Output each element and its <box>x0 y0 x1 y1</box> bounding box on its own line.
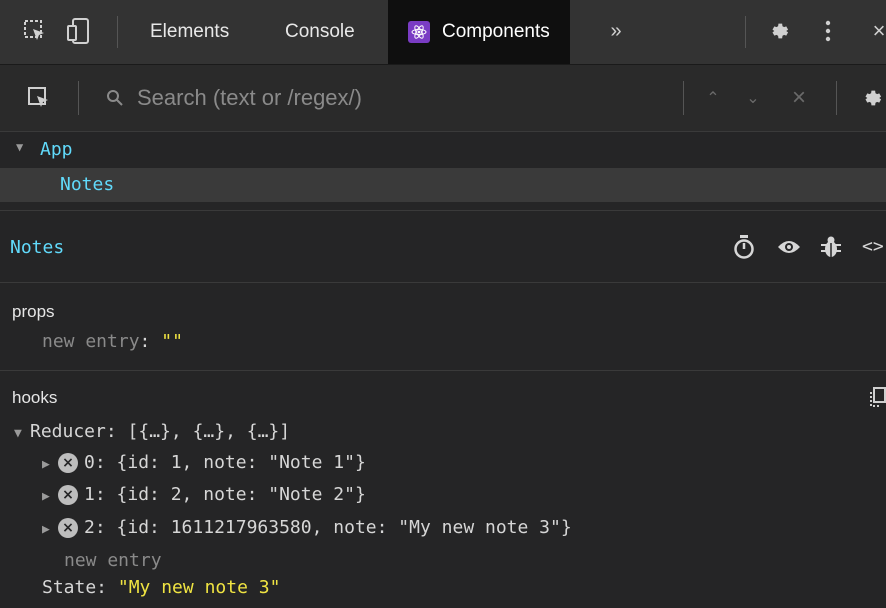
delete-entry-icon[interactable]: × <box>58 518 78 538</box>
inspect-element-icon[interactable] <box>22 18 48 44</box>
list-item[interactable]: ▶ × 1: {id: 2, note: "Note 2"} <box>42 484 366 505</box>
stopwatch-icon[interactable] <box>733 234 755 265</box>
list-item[interactable]: ▶ × 2: {id: 1611217963580, note: "My new n… <box>42 517 572 538</box>
code-icon[interactable]: <> <box>862 236 884 257</box>
devtools-tabbar: Elements Console Components » × <box>0 0 886 65</box>
hook-item-value: {id: 1611217963580, note: "My new note 3… <box>116 517 572 538</box>
expand-arrow-icon[interactable]: ▼ <box>16 140 23 154</box>
searchbar-divider <box>836 81 837 115</box>
collapse-arrow-icon[interactable]: ▶ <box>42 522 58 537</box>
vertical-dots-icon[interactable] <box>815 18 841 44</box>
tab-elements[interactable]: Elements <box>150 0 229 64</box>
clear-search-icon[interactable]: × <box>786 84 812 111</box>
hooks-new-entry[interactable]: new entry <box>64 550 162 571</box>
searchbar-divider <box>683 81 684 115</box>
react-logo-icon <box>408 21 430 43</box>
panel-divider <box>0 370 886 371</box>
search-input[interactable]: Search (text or /regex/) <box>137 85 362 111</box>
device-toolbar-icon[interactable] <box>66 18 92 44</box>
props-new-entry-row[interactable]: new entry: "" <box>42 331 183 352</box>
panel-divider <box>0 210 886 211</box>
hook-item-value: {id: 2, note: "Note 2"} <box>116 484 366 505</box>
chevron-up-icon[interactable]: ⌃ <box>700 85 726 111</box>
tab-components[interactable]: Components <box>388 0 570 64</box>
delete-entry-icon[interactable]: × <box>58 485 78 505</box>
gear-icon[interactable] <box>858 85 884 111</box>
inspected-element-header: Notes <> <box>0 212 886 282</box>
expand-arrow-icon[interactable]: ▼ <box>14 426 30 441</box>
searchbar-divider <box>78 81 79 115</box>
gear-icon[interactable] <box>765 18 791 44</box>
eye-icon[interactable] <box>777 238 801 261</box>
new-entry-value[interactable]: "" <box>161 331 183 352</box>
delete-entry-icon[interactable]: × <box>58 453 78 473</box>
inspected-component-name: Notes <box>10 237 65 258</box>
component-tree: ▼ App Notes <box>0 132 886 208</box>
hooks-section-title: hooks <box>12 388 58 407</box>
tree-item-label: App <box>40 139 73 160</box>
copy-icon[interactable] <box>868 386 886 413</box>
panel-divider <box>0 282 886 283</box>
collapse-arrow-icon[interactable]: ▶ <box>42 457 58 472</box>
state-row[interactable]: State: "My new note 3" <box>42 577 280 598</box>
hook-item-value: {id: 1, note: "Note 1"} <box>116 452 366 473</box>
select-component-icon[interactable] <box>26 85 52 111</box>
component-search-bar: Search (text or /regex/) ⌃ ⌄ × <box>0 65 886 132</box>
search-icon <box>102 85 128 111</box>
state-value[interactable]: "My new note 3" <box>118 577 281 598</box>
list-item[interactable]: ▶ × 0: {id: 1, note: "Note 1"} <box>42 452 366 473</box>
props-section-title: props <box>12 302 55 321</box>
bug-icon[interactable] <box>821 235 841 264</box>
reducer-summary: [{…}, {…}, {…}] <box>127 421 291 442</box>
tree-item-label: Notes <box>60 174 115 195</box>
reducer-hook-row[interactable]: ▼ Reducer: [{…}, {…}, {…}] <box>14 421 290 442</box>
tabbar-divider <box>117 16 118 48</box>
tree-item-notes[interactable]: Notes <box>0 168 886 202</box>
chevron-down-icon[interactable]: ⌄ <box>740 85 766 111</box>
collapse-arrow-icon[interactable]: ▶ <box>42 489 58 504</box>
close-icon[interactable]: × <box>866 18 886 44</box>
tabbar-divider <box>745 16 746 48</box>
tree-item-app[interactable]: ▼ App <box>0 134 886 168</box>
new-entry-key[interactable]: new entry <box>42 331 140 352</box>
tab-console[interactable]: Console <box>285 0 355 64</box>
chevron-double-right-icon[interactable]: » <box>603 18 629 44</box>
